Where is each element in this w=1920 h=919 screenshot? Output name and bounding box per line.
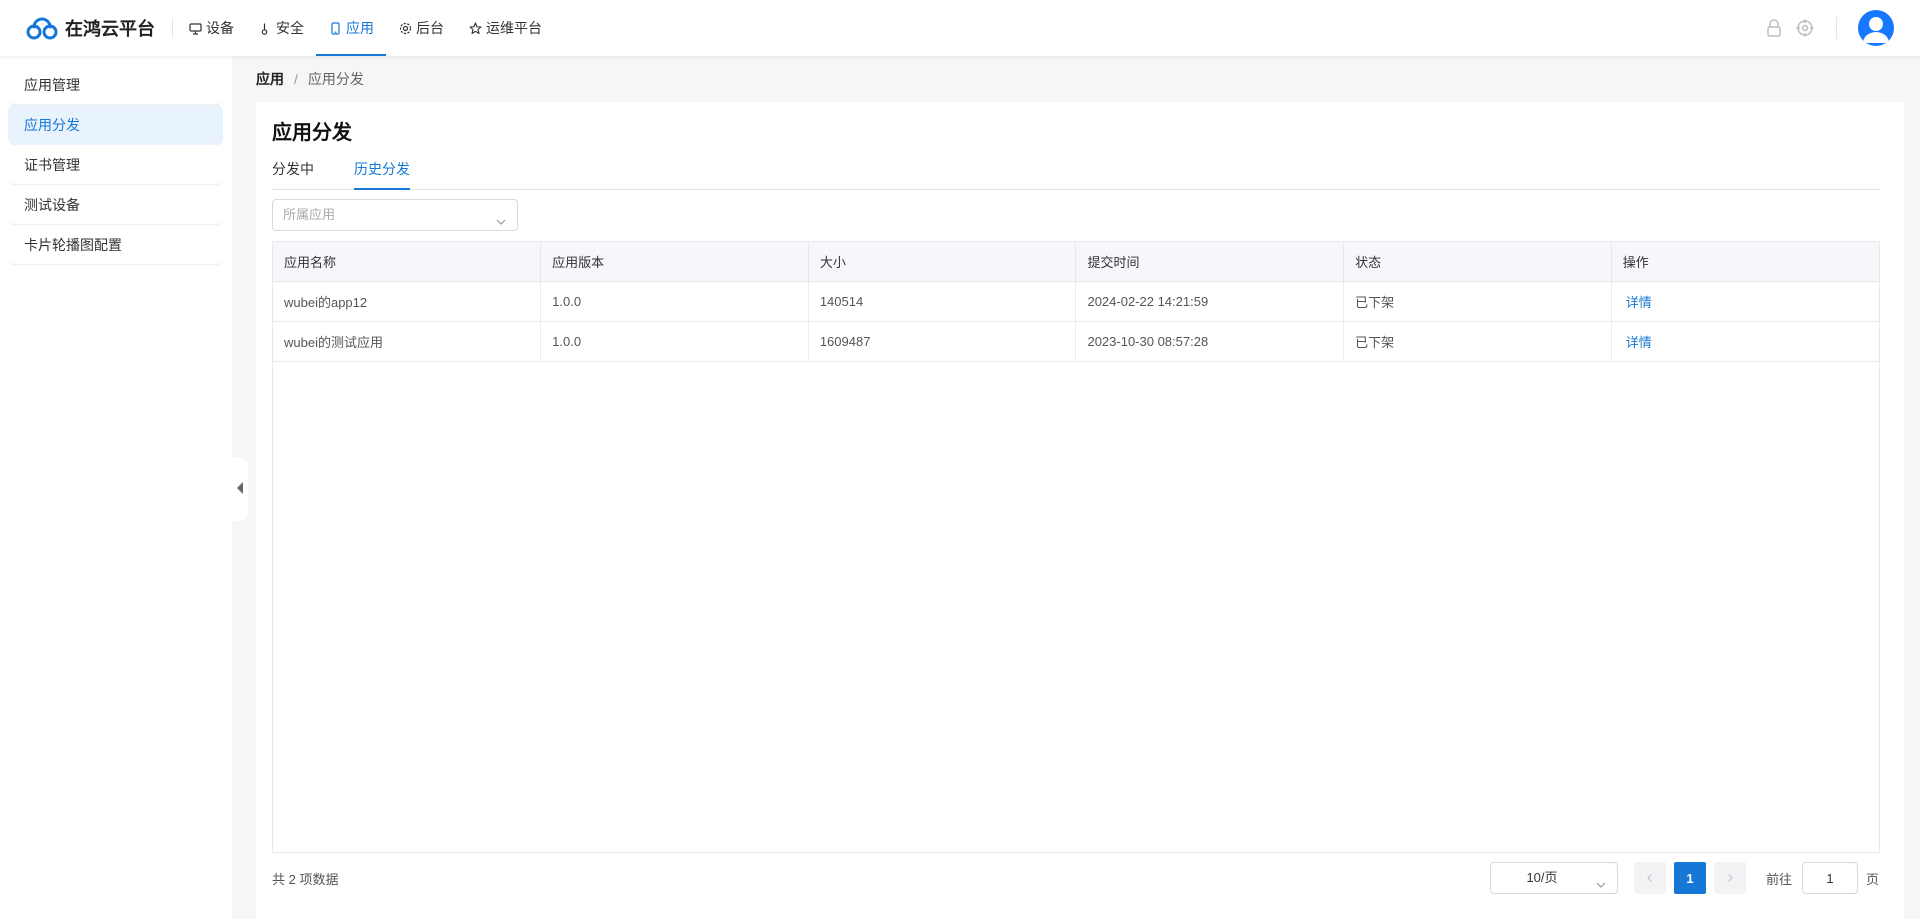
- chevron-down-icon: [1595, 872, 1607, 888]
- app-filter-select[interactable]: 所属应用: [272, 199, 518, 231]
- breadcrumb-root[interactable]: 应用: [256, 69, 284, 89]
- column-header: 应用版本: [540, 242, 809, 282]
- cell-status: 已下架: [1343, 281, 1612, 322]
- logo[interactable]: 在鸿云平台: [25, 14, 155, 42]
- table-header-row: 应用名称 应用版本 大小 提交时间 状态 操作: [273, 242, 1879, 282]
- sidebar-item-label: 卡片轮播图配置: [24, 236, 122, 253]
- cell-action: 详情: [1611, 281, 1879, 322]
- column-header: 状态: [1343, 242, 1612, 282]
- sidebar-item-label: 应用分发: [24, 116, 80, 133]
- page-size-value: 10/页: [1526, 870, 1558, 885]
- nav-item-label: 后台: [416, 20, 444, 36]
- nav-item-apps[interactable]: 应用: [316, 0, 386, 56]
- goto-label: 前往: [1766, 872, 1793, 887]
- header-divider: [1836, 17, 1837, 39]
- prev-page-button[interactable]: [1634, 862, 1666, 894]
- breadcrumb: 应用 / 应用分发: [256, 69, 364, 89]
- cell-size: 1609487: [808, 321, 1077, 362]
- page-size-select[interactable]: 10/页: [1490, 862, 1618, 894]
- cell-version: 1.0.0: [540, 321, 809, 362]
- top-header: 在鸿云平台 设备 安全 应用 后台 运维平台: [0, 0, 1920, 56]
- nav-item-label: 安全: [276, 20, 304, 36]
- nav-item-security[interactable]: 安全: [246, 0, 316, 56]
- lock-icon[interactable]: [1766, 19, 1782, 37]
- star-icon: [468, 21, 482, 35]
- column-header: 操作: [1611, 242, 1879, 282]
- goto-suffix: 页: [1866, 872, 1880, 887]
- gear-icon: [398, 21, 412, 35]
- sidebar-item-label: 证书管理: [24, 156, 80, 173]
- cell-app-name: wubei的app12: [273, 281, 542, 322]
- column-header: 提交时间: [1075, 242, 1345, 282]
- cell-action: 详情: [1611, 321, 1879, 362]
- page-number-button[interactable]: 1: [1674, 862, 1706, 894]
- phone-icon: [328, 21, 342, 35]
- sidebar-item-label: 测试设备: [24, 196, 80, 213]
- sidebar: 应用管理 应用分发 证书管理 测试设备 卡片轮播图配置: [0, 56, 232, 919]
- total-count: 共 2 项数据: [272, 872, 339, 887]
- chevron-right-icon: [1725, 871, 1735, 886]
- tab-history[interactable]: 历史分发: [354, 152, 410, 190]
- nav-item-label: 运维平台: [486, 20, 542, 36]
- chevron-left-icon: [1645, 871, 1655, 886]
- header-divider: [172, 18, 173, 38]
- sidebar-item-label: 应用管理: [24, 76, 80, 93]
- monitor-icon: [188, 21, 202, 35]
- logo-text: 在鸿云平台: [65, 19, 155, 39]
- column-header: 应用名称: [273, 242, 542, 282]
- sidebar-item-app-management[interactable]: 应用管理: [8, 65, 223, 105]
- crosshair-icon[interactable]: [1796, 19, 1814, 37]
- sidebar-item-certificates[interactable]: 证书管理: [8, 145, 223, 185]
- thermometer-icon: [258, 21, 272, 35]
- tabs: 分发中 历史分发: [272, 152, 1880, 190]
- distribution-table: 应用名称 应用版本 大小 提交时间 状态 操作 wubei的app12 1.0.…: [272, 241, 1880, 853]
- cloud-logo-icon: [26, 17, 58, 40]
- cell-submit-time: 2024-02-22 14:21:59: [1075, 281, 1345, 322]
- sidebar-item-card-carousel-config[interactable]: 卡片轮播图配置: [8, 225, 223, 265]
- sidebar-item-test-devices[interactable]: 测试设备: [8, 185, 223, 225]
- cell-submit-time: 2023-10-30 08:57:28: [1075, 321, 1345, 362]
- caret-left-icon: [236, 481, 244, 498]
- top-nav: 设备 安全 应用 后台 运维平台: [176, 0, 554, 56]
- cell-size: 140514: [808, 281, 1077, 322]
- sidebar-collapse-button[interactable]: [232, 457, 248, 521]
- tab-distributing[interactable]: 分发中: [272, 152, 314, 190]
- nav-item-ops-platform[interactable]: 运维平台: [456, 0, 554, 56]
- user-avatar[interactable]: [1858, 10, 1894, 46]
- table-row: wubei的app12 1.0.0 140514 2024-02-22 14:2…: [273, 281, 1879, 322]
- cell-version: 1.0.0: [540, 281, 809, 322]
- nav-item-label: 应用: [346, 20, 374, 36]
- nav-item-devices[interactable]: 设备: [176, 0, 246, 56]
- goto-page-input[interactable]: [1802, 862, 1858, 894]
- chevron-down-icon: [495, 209, 507, 225]
- cell-status: 已下架: [1343, 321, 1612, 362]
- page-title: 应用分发: [272, 122, 352, 144]
- breadcrumb-current: 应用分发: [307, 71, 364, 87]
- column-header: 大小: [808, 242, 1077, 282]
- nav-item-label: 设备: [206, 20, 234, 36]
- select-placeholder: 所属应用: [283, 207, 336, 222]
- details-link[interactable]: 详情: [1623, 295, 1652, 310]
- main-card: 应用分发 分发中 历史分发 所属应用 应用名称 应用版本 大小 提交时间 状态 …: [256, 102, 1904, 919]
- nav-item-backend[interactable]: 后台: [386, 0, 456, 56]
- cell-app-name: wubei的测试应用: [273, 321, 542, 362]
- details-link[interactable]: 详情: [1623, 335, 1652, 350]
- breadcrumb-separator: /: [294, 71, 298, 87]
- sidebar-item-app-distribution[interactable]: 应用分发: [8, 105, 223, 145]
- table-row: wubei的测试应用 1.0.0 1609487 2023-10-30 08:5…: [273, 321, 1879, 362]
- next-page-button[interactable]: [1714, 862, 1746, 894]
